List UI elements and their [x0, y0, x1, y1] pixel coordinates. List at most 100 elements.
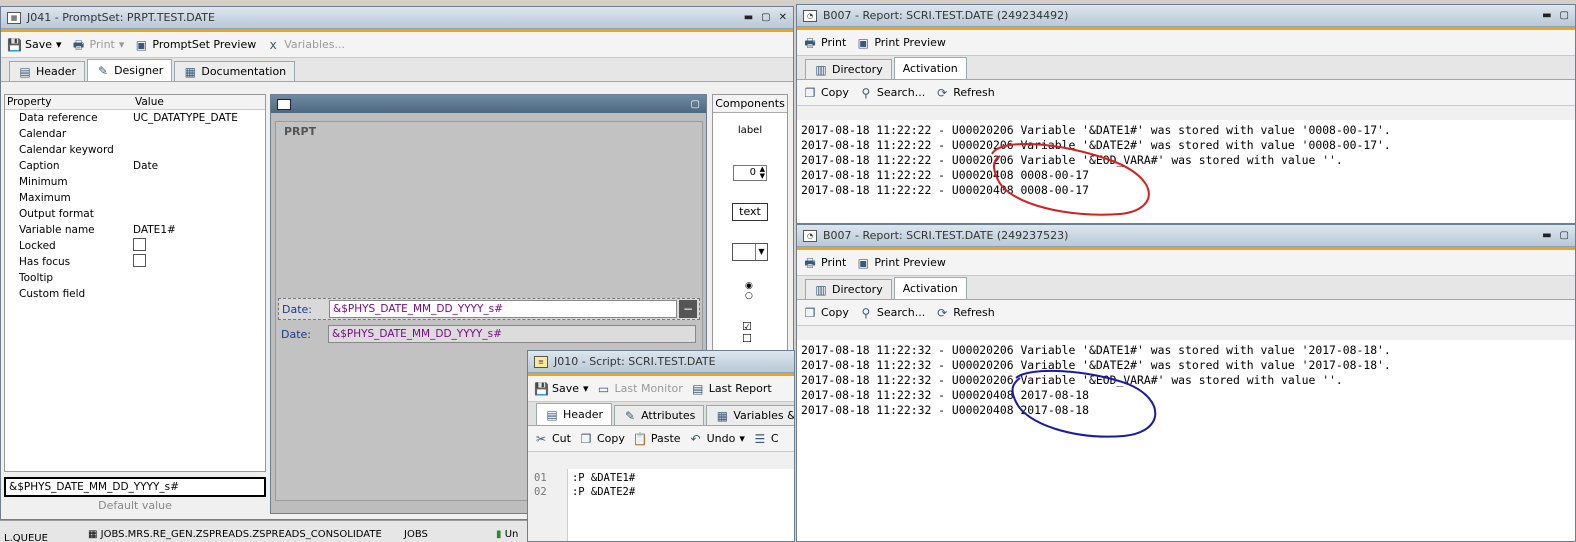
component-radio[interactable]: ◉ ○ [745, 281, 753, 301]
print-button[interactable]: 🖶 Print [803, 256, 846, 270]
tab-directory[interactable]: ▥ Directory [805, 59, 892, 79]
refresh-icon: ⟳ [937, 85, 948, 100]
property-row[interactable]: Maximum [5, 190, 265, 206]
folder-icon: ▦ [88, 529, 98, 540]
date-field-value[interactable]: &$PHYS_DATE_MM_DD_YYYY_s# [329, 300, 677, 318]
property-row[interactable]: Tooltip [5, 270, 265, 286]
component-text[interactable]: text [732, 203, 768, 221]
collapse-button[interactable]: − [679, 300, 697, 318]
taskbar-item-jobs[interactable]: JOBS [404, 529, 428, 540]
property-row[interactable]: Calendar keyword [5, 142, 265, 158]
dropdown-arrow-icon: ▼ [755, 244, 767, 260]
taskbar-item-jobs-path[interactable]: ▦ JOBS.MRS.RE_GEN.ZSPREADS.ZSPREADS_CONS… [88, 529, 382, 540]
variables-icon: x [269, 37, 277, 52]
close-icon[interactable]: ✕ [779, 12, 787, 23]
variables-button[interactable]: x Variables... [266, 38, 345, 52]
component-dropdown[interactable]: ▼ [732, 243, 768, 261]
date-field-label: Date: [281, 327, 311, 341]
property-row[interactable]: Locked [5, 238, 265, 254]
paste-button[interactable]: 📋 Paste [633, 432, 681, 446]
restore-icon[interactable]: ▢ [1560, 10, 1569, 21]
script-toolbar: 💾 Save ▾ ▭ Last Monitor ▤ Last Report [528, 376, 794, 402]
taskbar-item-queue[interactable]: L.QUEUE [4, 533, 48, 542]
comment-button[interactable]: ☰ C [753, 431, 778, 446]
property-row[interactable]: Variable name DATE1# [5, 222, 265, 238]
designer-icon: ✎ [98, 63, 109, 78]
property-row[interactable]: Caption Date [5, 158, 265, 174]
list-icon: ☰ [754, 431, 766, 446]
date-field-row-1: Date: &$PHYS_DATE_MM_DD_YYYY_s# − [278, 298, 700, 320]
components-title: Components [713, 95, 787, 113]
taskbar-item-unix[interactable]: ▮ Un [496, 529, 518, 540]
value-column-header: Value [135, 96, 164, 108]
search-button[interactable]: ⚲ Search... [859, 86, 926, 100]
component-label[interactable]: label [713, 125, 787, 136]
report1-titlebar[interactable]: ◔ B007 - Report: SCRI.TEST.DATE (2492344… [797, 5, 1575, 27]
promptset-tabs: ▤ Header ✎ Designer ▦ Documentation [1, 58, 793, 82]
property-row[interactable]: Output format [5, 206, 265, 222]
print-button[interactable]: 🖶 Print [803, 36, 846, 50]
minimize-icon[interactable]: ▬ [744, 12, 753, 23]
last-report-button[interactable]: ▤ Last Report [691, 382, 772, 396]
property-table: Property Value Data reference UC_DATATYPE… [4, 94, 266, 472]
promptset-title: J041 - PromptSet: PRPT.TEST.DATE [27, 11, 215, 24]
restore-icon[interactable]: ▢ [1560, 230, 1569, 241]
tab-attributes[interactable]: ✎ Attributes [614, 405, 705, 425]
copy-button[interactable]: ❐ Copy [803, 86, 849, 100]
default-value-input[interactable] [4, 477, 266, 497]
minimize-icon[interactable]: ▬ [1542, 10, 1551, 21]
script-titlebar[interactable]: ≡ J010 - Script: SCRI.TEST.DATE [528, 351, 794, 373]
tab-documentation[interactable]: ▦ Documentation [174, 61, 296, 81]
property-row[interactable]: Minimum [5, 174, 265, 190]
save-button[interactable]: 💾 Save ▾ [534, 382, 589, 396]
restore-icon[interactable]: ▢ [761, 12, 770, 23]
has-focus-checkbox[interactable] [133, 254, 146, 267]
undo-button[interactable]: ↶ Undo ▾ [689, 432, 745, 446]
preview-icon: ▣ [135, 37, 148, 52]
report1-toolbar: 🖶 Print ▣ Print Preview [797, 30, 1575, 56]
print-button[interactable]: 🖶 Print ▾ [72, 38, 125, 52]
date-field-value[interactable]: &$PHYS_DATE_MM_DD_YYYY_s# [328, 325, 696, 343]
log-line: 2017-08-18 11:22:32 - U00020206 Variable… [801, 343, 1391, 357]
last-monitor-button[interactable]: ▭ Last Monitor [597, 382, 683, 396]
cut-button[interactable]: ✂ Cut [534, 432, 571, 446]
tab-variables-prompts[interactable]: ▦Variables & Promp [706, 405, 794, 425]
property-row[interactable]: Data reference UC_DATATYPE_DATE [5, 110, 265, 126]
property-row[interactable]: Custom field [5, 286, 265, 302]
dropdown-arrow-icon[interactable]: ▾ [583, 382, 589, 395]
report2-titlebar[interactable]: ◔ B007 - Report: SCRI.TEST.DATE (2492375… [797, 225, 1575, 247]
print-preview-button[interactable]: ▣ Print Preview [856, 256, 946, 270]
tab-header[interactable]: ▤ Header [536, 403, 613, 425]
dropdown-arrow-icon[interactable]: ▾ [119, 38, 125, 51]
refresh-button[interactable]: ⟳ Refresh [935, 86, 995, 100]
report1-log[interactable]: 2017-08-18 11:22:22 - U00020206 Variable… [797, 120, 1575, 223]
save-button[interactable]: 💾 Save ▾ [7, 38, 62, 52]
printer-icon: 🖶 [804, 255, 816, 270]
report2-log[interactable]: 2017-08-18 11:22:32 - U00020206 Variable… [797, 340, 1575, 541]
locked-checkbox[interactable] [133, 238, 146, 251]
promptset-titlebar[interactable]: ▦ J041 - PromptSet: PRPT.TEST.DATE ▬ ▢ ✕ [1, 7, 793, 29]
copy-button[interactable]: ❐ Copy [579, 432, 625, 446]
report2-toolbar: 🖶 Print ▣ Print Preview [797, 250, 1575, 276]
tab-header[interactable]: ▤ Header [9, 61, 86, 81]
copy-button[interactable]: ❐ Copy [803, 306, 849, 320]
undo-icon: ↶ [690, 431, 701, 446]
script-editor[interactable]: 01 :P &DATE1# 02 :P &DATE2# [528, 469, 794, 541]
tab-directory[interactable]: ▥ Directory [805, 279, 892, 299]
property-row[interactable]: Calendar [5, 126, 265, 142]
search-button[interactable]: ⚲ Search... [859, 306, 926, 320]
print-preview-button[interactable]: ▣ Print Preview [856, 36, 946, 50]
minimize-icon[interactable]: ▬ [1542, 230, 1551, 241]
designer-maximize-icon[interactable]: ▢ [691, 99, 700, 110]
component-checkbox[interactable]: ☑ ☐ [742, 321, 752, 345]
tab-activation[interactable]: Activation [893, 57, 967, 79]
property-row[interactable]: Has focus [5, 254, 265, 270]
component-number-stepper[interactable]: 0 ▲ ▼ [733, 165, 767, 181]
dropdown-arrow-icon[interactable]: ▾ [739, 432, 745, 445]
tab-designer[interactable]: ✎ Designer [87, 59, 173, 81]
tab-activation[interactable]: Activation [893, 277, 967, 299]
floppy-icon: 💾 [7, 37, 22, 52]
promptset-preview-button[interactable]: ▣ PromptSet Preview [134, 37, 257, 52]
dropdown-arrow-icon[interactable]: ▾ [56, 38, 62, 51]
refresh-button[interactable]: ⟳ Refresh [935, 306, 995, 320]
